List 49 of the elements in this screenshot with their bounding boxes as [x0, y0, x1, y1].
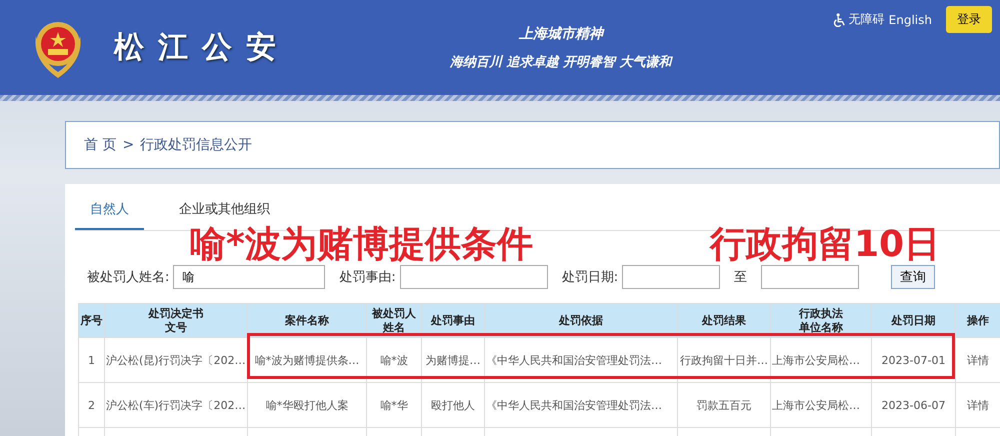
table-cell: 行政拘留十日并…: [678, 338, 770, 382]
table-cell: 上海市公安局松…: [770, 382, 872, 428]
column-header: 处罚依据: [559, 314, 603, 328]
table-cell: 罚款五百元: [678, 382, 770, 428]
column-header: 被处罚人姓名: [372, 306, 416, 334]
overlay-caption: 行政拘留10日: [710, 223, 940, 267]
site-title: 松江公安: [114, 29, 290, 67]
input-field[interactable]: [400, 265, 548, 289]
table-cell: 上海市公安局松…: [770, 338, 872, 382]
table-cell: 沪公松(车)行罚决字〔202…: [104, 382, 248, 428]
accessibility-icon[interactable]: [832, 12, 845, 26]
login-button[interactable]: 登录: [946, 6, 992, 33]
table-cell: 2023-06-07: [872, 382, 956, 428]
column-header: 处罚决定书文号: [148, 306, 204, 334]
table-cell: 2023-07-01: [872, 338, 956, 382]
field-label: 至: [734, 269, 748, 286]
column-header: 处罚事由: [431, 314, 475, 328]
column-header: 处罚结果: [702, 314, 746, 328]
table-cell: 喻*华殴打他人案: [248, 382, 366, 428]
tab[interactable]: 自然人: [75, 192, 144, 230]
slogan-title: 上海城市精神: [518, 24, 603, 42]
table-cell: 为赌博提…: [422, 338, 484, 382]
table-cell: 喻*波: [366, 338, 422, 382]
language-link[interactable]: English: [888, 12, 932, 26]
breadcrumb-link[interactable]: 行政处罚信息公开: [140, 136, 252, 154]
column-header: 操作: [967, 314, 989, 328]
table-cell: 殴打他人: [422, 382, 484, 428]
query-button[interactable]: 查询: [891, 265, 936, 289]
breadcrumb-separator: >: [122, 137, 134, 153]
table-cell: 《中华人民共和国治安管理处罚法…: [484, 382, 678, 428]
input-field[interactable]: 喻: [173, 265, 326, 289]
input-field[interactable]: [761, 265, 860, 289]
table-cell: 喻*华: [366, 382, 422, 428]
field-label: 处罚日期:: [562, 269, 618, 286]
column-header: 行政执法单位名称: [799, 306, 843, 334]
column-header: 案件名称: [285, 314, 329, 328]
breadcrumb-link[interactable]: 首 页: [84, 136, 116, 154]
column-header: 处罚日期: [892, 314, 936, 328]
column-header: 序号: [80, 314, 102, 328]
field-label: 被处罚人姓名:: [87, 269, 170, 286]
field-label: 处罚事由:: [339, 269, 396, 286]
table-cell: 1: [78, 338, 104, 382]
table-cell: 2: [78, 382, 104, 428]
input-field[interactable]: [622, 265, 720, 289]
overlay-caption: 喻*波为赌博提供条件: [190, 223, 533, 267]
table-cell: 《中华人民共和国治安管理处罚法…: [484, 338, 678, 382]
accessibility-link[interactable]: 无障碍: [848, 11, 885, 28]
slogan-text: 海纳百川 追求卓越 开明睿智 大气谦和: [450, 54, 672, 70]
table-cell: 喻*波为赌博提供条…: [248, 338, 366, 382]
